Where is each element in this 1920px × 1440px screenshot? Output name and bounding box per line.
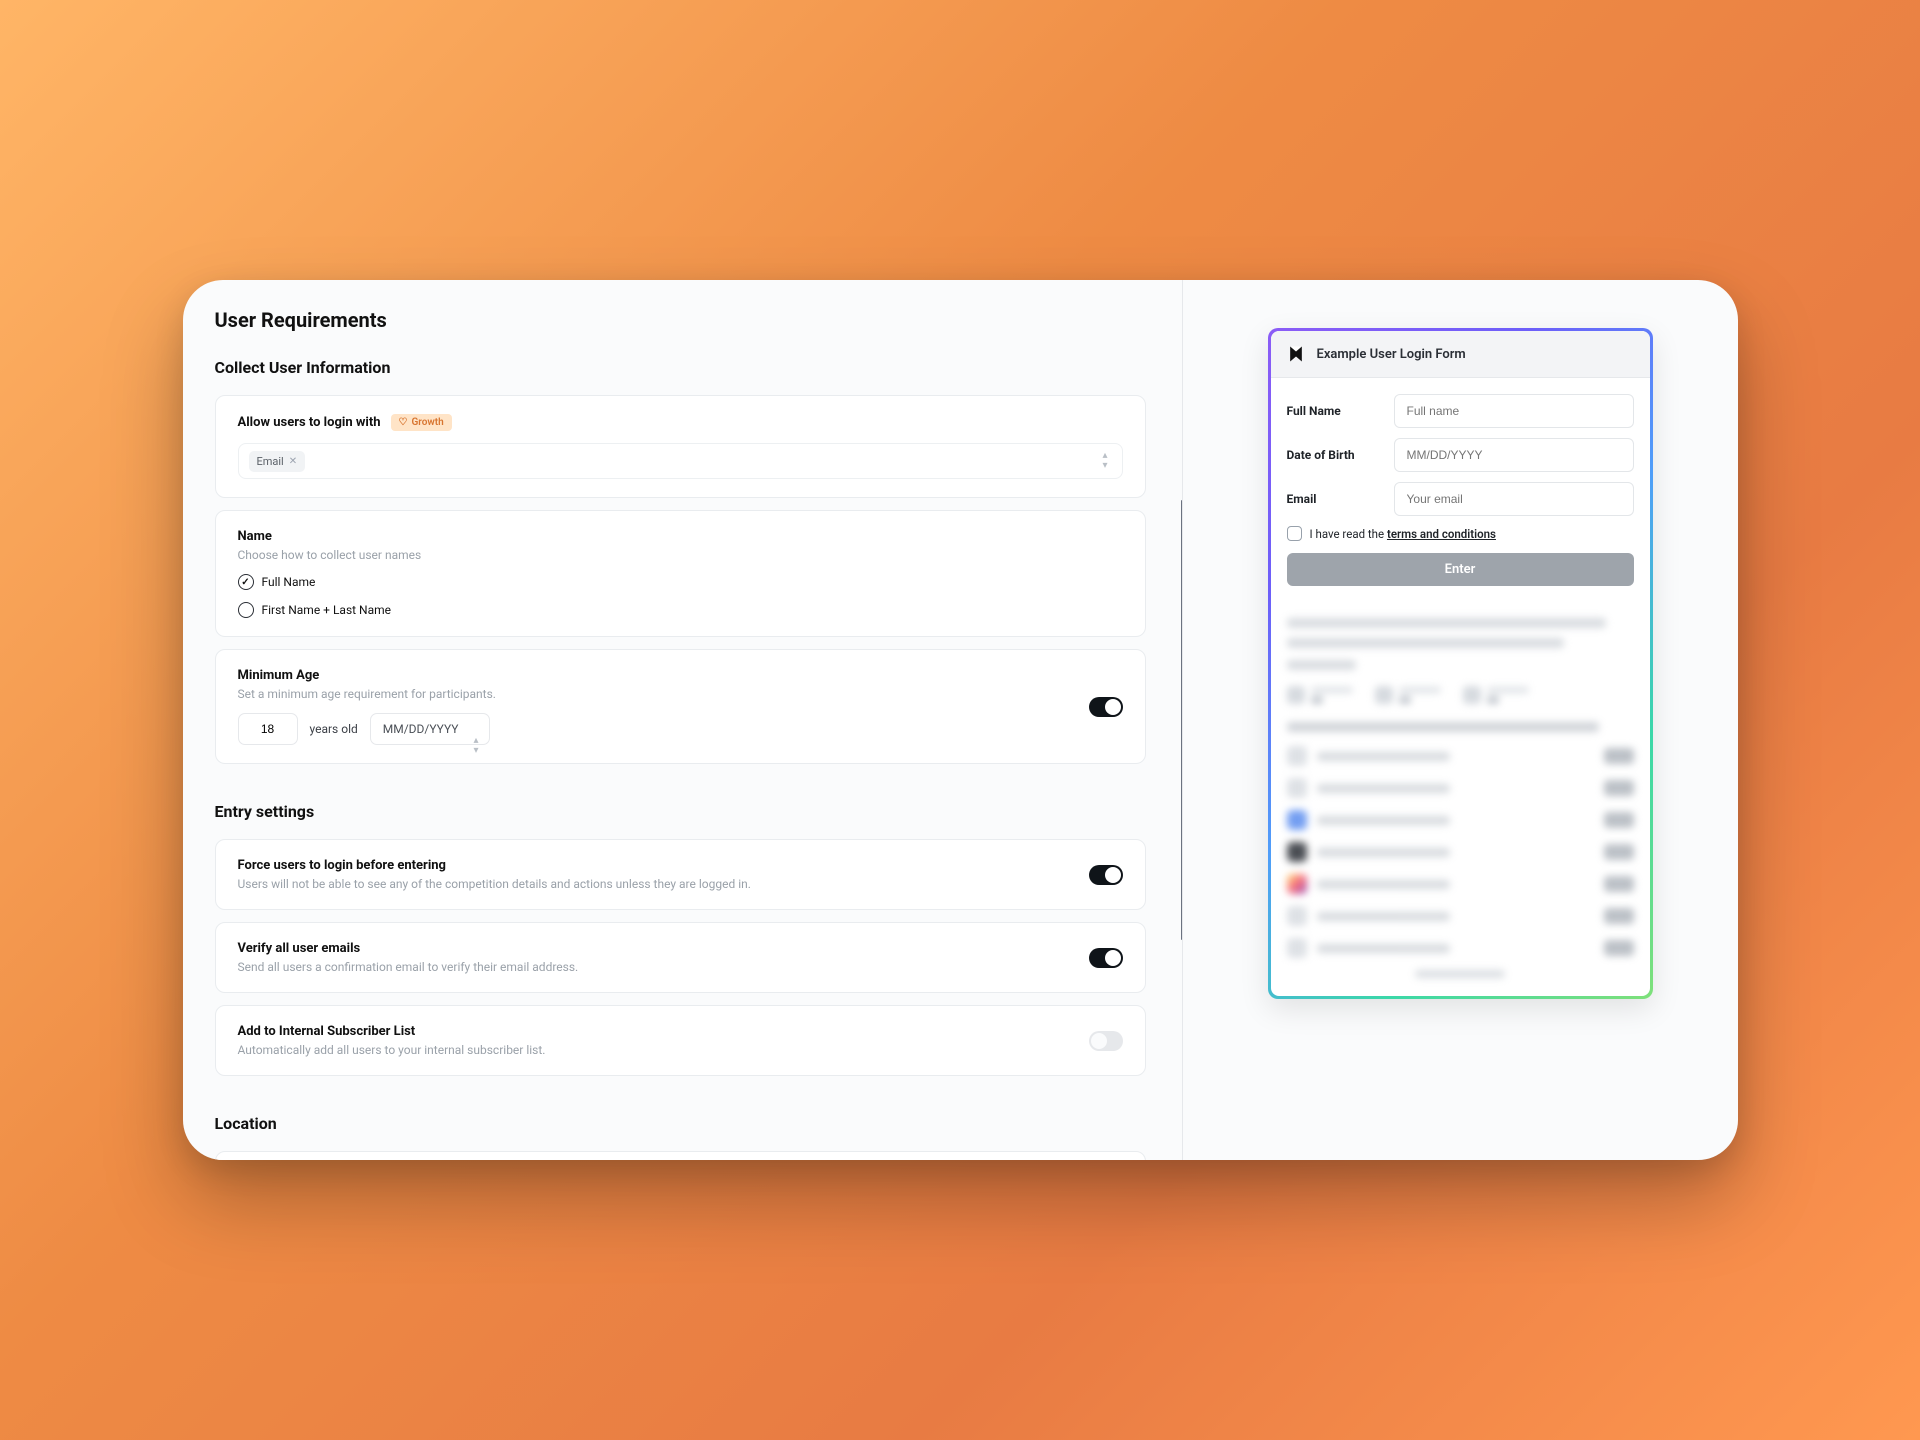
terms-checkbox[interactable] bbox=[1287, 526, 1302, 541]
card-subscriber-list: Add to Internal Subscriber List Automati… bbox=[215, 1005, 1146, 1076]
subscriber-label: Add to Internal Subscriber List bbox=[238, 1024, 1063, 1039]
card-name: Name Choose how to collect user names Fu… bbox=[215, 510, 1146, 637]
card-restrict-countries: Restrict user entries to a specific coun… bbox=[215, 1151, 1146, 1160]
dob-label: Date of Birth bbox=[1287, 448, 1382, 462]
preview-form: Full Name Date of Birth Email I bbox=[1271, 378, 1650, 604]
chevron-updown-icon: ▴▾ bbox=[1102, 451, 1107, 471]
dob-input[interactable] bbox=[1394, 438, 1634, 472]
card-min-age: Minimum Age Set a minimum age requiremen… bbox=[215, 649, 1146, 764]
terms-row[interactable]: I have read the terms and conditions bbox=[1287, 526, 1634, 541]
enter-button[interactable]: Enter bbox=[1287, 553, 1634, 586]
section-location-title: Location bbox=[215, 1114, 1146, 1133]
radio-checked-icon bbox=[238, 574, 254, 590]
age-desc: Set a minimum age requirement for partic… bbox=[238, 687, 1063, 701]
card-verify-email: Verify all user emails Send all users a … bbox=[215, 922, 1146, 993]
preview-blurred-content bbox=[1271, 604, 1650, 996]
chevron-updown-icon: ▴▾ bbox=[473, 736, 478, 756]
force-login-toggle[interactable] bbox=[1089, 865, 1123, 885]
full-name-input[interactable] bbox=[1394, 394, 1634, 428]
preview-title: Example User Login Form bbox=[1317, 347, 1466, 362]
radio-unchecked-icon bbox=[238, 602, 254, 618]
radio-full-name[interactable]: Full Name bbox=[238, 574, 1123, 590]
force-login-desc: Users will not be able to see any of the… bbox=[238, 877, 1063, 891]
subscriber-desc: Automatically add all users to your inte… bbox=[238, 1043, 1063, 1057]
radio-first-last[interactable]: First Name + Last Name bbox=[238, 602, 1123, 618]
settings-pane: User Requirements Collect User Informati… bbox=[183, 280, 1183, 1160]
preview-pane: Example User Login Form Full Name Date o… bbox=[1183, 280, 1738, 1160]
preview-frame: Example User Login Form Full Name Date o… bbox=[1268, 328, 1653, 999]
section-collect-title: Collect User Information bbox=[215, 358, 1146, 377]
name-label: Name bbox=[238, 529, 1123, 544]
email-label: Email bbox=[1287, 492, 1382, 506]
subscriber-toggle[interactable] bbox=[1089, 1031, 1123, 1051]
section-entry-title: Entry settings bbox=[215, 802, 1146, 821]
verify-email-desc: Send all users a confirmation email to v… bbox=[238, 960, 1063, 974]
date-format-select[interactable]: MM/DD/YYYY ▴▾ bbox=[370, 713, 490, 745]
age-label: Minimum Age bbox=[238, 668, 1063, 683]
page-title: User Requirements bbox=[215, 308, 1146, 332]
age-input[interactable] bbox=[238, 713, 298, 745]
full-name-label: Full Name bbox=[1287, 404, 1382, 418]
verify-email-toggle[interactable] bbox=[1089, 948, 1123, 968]
login-with-select[interactable]: Email ✕ ▴▾ bbox=[238, 443, 1123, 479]
settings-window: User Requirements Collect User Informati… bbox=[183, 280, 1738, 1160]
age-toggle[interactable] bbox=[1089, 697, 1123, 717]
verify-email-label: Verify all user emails bbox=[238, 941, 1063, 956]
years-label: years old bbox=[310, 722, 358, 736]
preview-header: Example User Login Form bbox=[1271, 331, 1650, 378]
card-force-login: Force users to login before entering Use… bbox=[215, 839, 1146, 910]
terms-link[interactable]: terms and conditions bbox=[1387, 527, 1496, 541]
name-desc: Choose how to collect user names bbox=[238, 548, 1123, 562]
remove-chip-icon[interactable]: ✕ bbox=[289, 456, 297, 467]
growth-badge: Growth bbox=[391, 414, 452, 431]
force-login-label: Force users to login before entering bbox=[238, 858, 1063, 873]
login-with-chip[interactable]: Email ✕ bbox=[249, 451, 306, 472]
brand-logo-icon bbox=[1285, 343, 1307, 365]
card-login-with: Allow users to login with Growth Email ✕… bbox=[215, 395, 1146, 498]
email-input[interactable] bbox=[1394, 482, 1634, 516]
login-with-label: Allow users to login with bbox=[238, 415, 381, 430]
